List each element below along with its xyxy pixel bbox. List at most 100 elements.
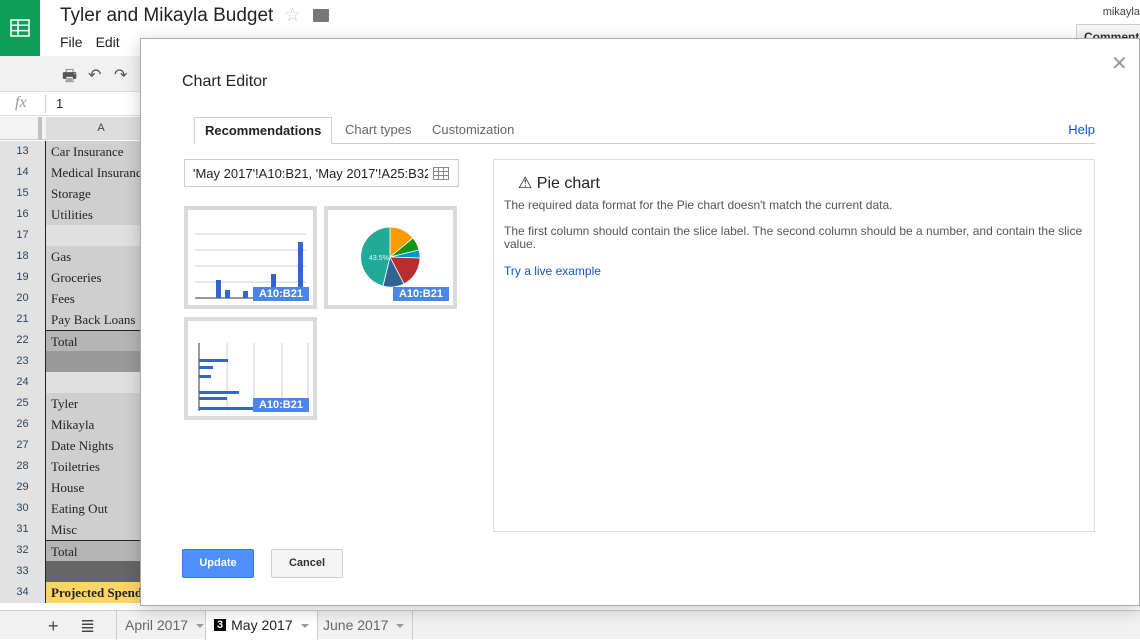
print-icon[interactable]: 🖶 bbox=[62, 65, 77, 92]
chart-editor-dialog: Chart Editor ✕ Recommendations Chart typ… bbox=[140, 38, 1140, 606]
sheet-tab-june[interactable]: June 2017 bbox=[315, 611, 414, 640]
row-number[interactable]: 23 bbox=[0, 351, 46, 372]
menu-bar: File Edit bbox=[60, 34, 120, 50]
update-button[interactable]: Update bbox=[182, 549, 254, 578]
document-title[interactable]: Tyler and Mikayla Budget bbox=[60, 5, 273, 27]
folder-icon[interactable] bbox=[313, 9, 329, 22]
table-row: 25 Tyler bbox=[0, 393, 160, 414]
table-row: 24 bbox=[0, 372, 160, 393]
data-range-input[interactable]: 'May 2017'!A10:B21, 'May 2017'!A25:B32 bbox=[184, 159, 459, 187]
row-number[interactable]: 26 bbox=[0, 414, 46, 435]
table-row: 26 Mikayla bbox=[0, 414, 160, 435]
table-row: 23 bbox=[0, 351, 160, 372]
tab-chart-types[interactable]: Chart types bbox=[335, 117, 421, 144]
row-number[interactable]: 20 bbox=[0, 288, 46, 309]
sheet-tab-april[interactable]: April 2017 bbox=[116, 611, 214, 640]
cancel-button[interactable]: Cancel bbox=[271, 549, 343, 578]
row-number[interactable]: 21 bbox=[0, 309, 46, 330]
row-number[interactable]: 29 bbox=[0, 477, 46, 498]
chevron-down-icon[interactable] bbox=[396, 624, 405, 629]
row-number[interactable]: 34 bbox=[0, 582, 46, 603]
bar bbox=[199, 359, 228, 362]
row-number[interactable]: 17 bbox=[0, 225, 46, 246]
undo-icon[interactable]: ↶ bbox=[88, 65, 101, 85]
table-row: 29 House bbox=[0, 477, 160, 498]
bar-chart-thumbnail[interactable]: A10:B21 bbox=[184, 317, 317, 420]
row-number[interactable]: 15 bbox=[0, 183, 46, 204]
close-icon[interactable]: ✕ bbox=[1111, 51, 1128, 76]
row-number[interactable]: 31 bbox=[0, 519, 46, 540]
all-sheets-icon[interactable]: ≣ bbox=[80, 616, 95, 637]
bar bbox=[243, 291, 248, 298]
table-row: 27 Date Nights bbox=[0, 435, 160, 456]
table-row: 33 bbox=[0, 561, 160, 582]
table-row: 19 Groceries bbox=[0, 267, 160, 288]
collaborator-badge: 3 bbox=[214, 619, 227, 631]
warning-icon: ⚠ bbox=[518, 175, 533, 192]
add-sheet-icon[interactable]: + bbox=[48, 616, 59, 637]
select-all-corner[interactable] bbox=[0, 117, 42, 140]
row-number[interactable]: 24 bbox=[0, 372, 46, 393]
row-number[interactable]: 14 bbox=[0, 162, 46, 183]
select-range-grid-icon[interactable] bbox=[433, 167, 449, 180]
range-label: A10:B21 bbox=[252, 398, 309, 412]
tab-customization[interactable]: Customization bbox=[422, 117, 524, 144]
pie-chart-thumbnail[interactable]: 43.5% A10:B21 bbox=[324, 206, 457, 309]
help-link[interactable]: Help bbox=[1068, 122, 1095, 137]
bar bbox=[199, 391, 239, 394]
menu-file[interactable]: File bbox=[60, 34, 83, 50]
divider bbox=[45, 95, 46, 113]
range-label: A10:B21 bbox=[392, 287, 449, 301]
bar bbox=[199, 397, 227, 400]
user-name[interactable]: mikayla bbox=[1103, 6, 1140, 18]
bar bbox=[199, 375, 211, 378]
row-number[interactable]: 28 bbox=[0, 456, 46, 477]
table-row: 21 Pay Back Loans bbox=[0, 309, 160, 330]
redo-icon[interactable]: ↷ bbox=[114, 65, 127, 85]
tab-recommendations[interactable]: Recommendations bbox=[194, 117, 333, 144]
table-row: 32 Total bbox=[0, 540, 160, 561]
star-icon[interactable]: ☆ bbox=[284, 4, 301, 27]
chart-info-panel: ⚠ Pie chart The required data format for… bbox=[493, 159, 1095, 532]
sheet-tab-bar: + ≣ April 2017 3 May 2017 June 2017 bbox=[0, 610, 1140, 640]
row-number[interactable]: 22 bbox=[0, 330, 46, 351]
sheet-rows: 13 Car Insurance 14 Medical Insurance 15 Stor… bbox=[0, 141, 160, 603]
table-row: 34 Projected Spending bbox=[0, 582, 160, 603]
panel-title: ⚠ Pie chart bbox=[518, 175, 600, 192]
formula-input[interactable]: 1 bbox=[56, 96, 63, 111]
dialog-title: Chart Editor bbox=[182, 73, 268, 90]
row-number[interactable]: 27 bbox=[0, 435, 46, 456]
row-number[interactable]: 16 bbox=[0, 204, 46, 225]
live-example-link[interactable]: Try a live example bbox=[504, 264, 601, 278]
table-row: 17 bbox=[0, 225, 160, 246]
table-row: 15 Storage bbox=[0, 183, 160, 204]
row-number[interactable]: 13 bbox=[0, 141, 46, 162]
table-row: 31 Misc bbox=[0, 519, 160, 540]
chart-editor-tabs: Recommendations Chart types Customizatio… bbox=[194, 117, 1095, 144]
bar bbox=[225, 290, 230, 298]
row-number[interactable]: 32 bbox=[0, 540, 46, 561]
panel-message: The required data format for the Pie cha… bbox=[504, 198, 893, 212]
chevron-down-icon[interactable] bbox=[196, 624, 205, 629]
table-row: 20 Fees bbox=[0, 288, 160, 309]
row-number[interactable]: 25 bbox=[0, 393, 46, 414]
row-number[interactable]: 33 bbox=[0, 561, 46, 582]
table-row: 16 Utilities bbox=[0, 204, 160, 225]
menu-edit[interactable]: Edit bbox=[96, 34, 120, 50]
table-row: 28 Toiletries bbox=[0, 456, 160, 477]
table-row: 18 Gas bbox=[0, 246, 160, 267]
row-number[interactable]: 30 bbox=[0, 498, 46, 519]
column-chart-thumbnail[interactable]: A10:B21 bbox=[184, 206, 317, 309]
bar bbox=[216, 280, 221, 298]
chevron-down-icon[interactable] bbox=[300, 624, 309, 629]
fx-icon: fx bbox=[15, 94, 27, 111]
bar bbox=[199, 366, 213, 369]
table-row: 13 Car Insurance bbox=[0, 141, 160, 162]
range-label: A10:B21 bbox=[252, 287, 309, 301]
sheet-tab-may[interactable]: 3 May 2017 bbox=[205, 611, 318, 640]
table-row: 14 Medical Insurance bbox=[0, 162, 160, 183]
bar bbox=[199, 407, 256, 410]
row-number[interactable]: 18 bbox=[0, 246, 46, 267]
row-number[interactable]: 19 bbox=[0, 267, 46, 288]
sheets-logo-icon[interactable] bbox=[0, 0, 40, 56]
